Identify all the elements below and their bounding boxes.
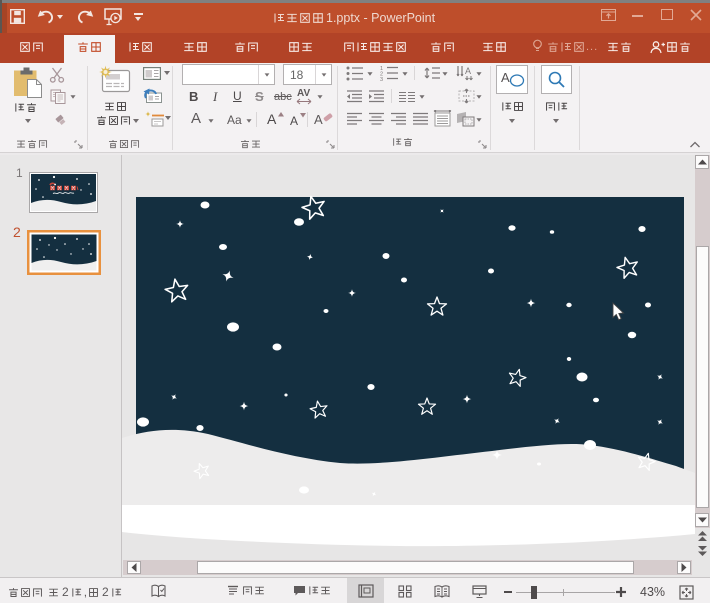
- svg-text:A: A: [465, 66, 471, 76]
- svg-text:3: 3: [380, 77, 383, 81]
